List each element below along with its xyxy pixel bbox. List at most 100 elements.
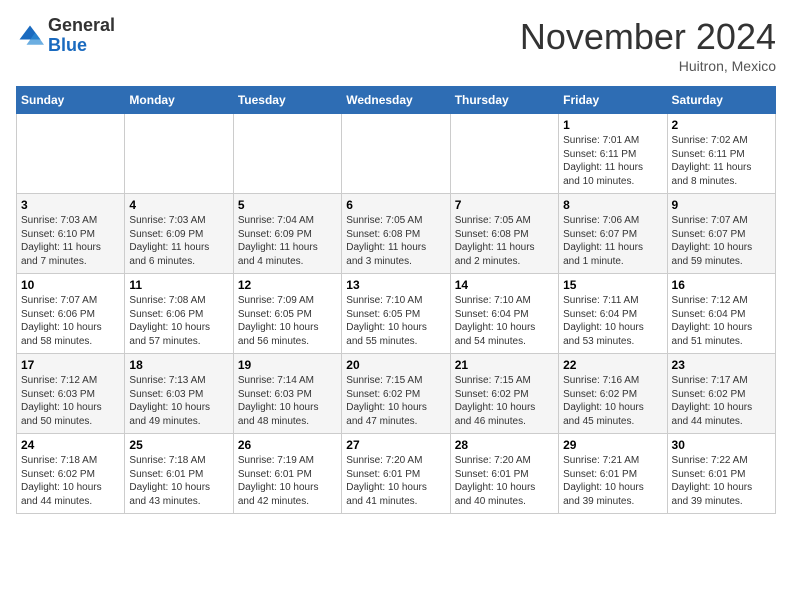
day-info: Sunrise: 7:09 AM Sunset: 6:05 PM Dayligh… xyxy=(238,294,337,348)
day-info: Sunrise: 7:20 AM Sunset: 6:01 PM Dayligh… xyxy=(455,454,554,508)
day-number: 1 xyxy=(563,118,662,132)
day-number: 10 xyxy=(21,278,120,292)
day-number: 17 xyxy=(21,358,120,372)
col-header-friday: Friday xyxy=(559,87,667,114)
calendar-cell xyxy=(125,114,233,194)
day-info: Sunrise: 7:11 AM Sunset: 6:04 PM Dayligh… xyxy=(563,294,662,348)
day-number: 18 xyxy=(129,358,228,372)
calendar-cell: 11Sunrise: 7:08 AM Sunset: 6:06 PM Dayli… xyxy=(125,274,233,354)
calendar-cell: 17 Sunrise: 7:12 AM Sunset: 6:03 PM Dayli… xyxy=(17,354,125,434)
logo-general-text: General xyxy=(48,15,115,35)
day-number: 26 xyxy=(238,438,337,452)
day-info: Sunrise: 7:10 AM Sunset: 6:04 PM Dayligh… xyxy=(455,294,554,348)
calendar-cell: 10 Sunrise: 7:07 AM Sunset: 6:06 PM Dayli… xyxy=(17,274,125,354)
day-info: Sunrise: 7:03 AM Sunset: 6:10 PM Dayligh… xyxy=(21,214,120,268)
page-header: General Blue November 2024 Huitron, Mexi… xyxy=(16,16,776,74)
calendar-week-1: 1 Sunrise: 7:01 AM Sunset: 6:11 PM Daylig… xyxy=(17,114,776,194)
col-header-saturday: Saturday xyxy=(667,87,775,114)
day-number: 8 xyxy=(563,198,662,212)
calendar-cell: 25 Sunrise: 7:18 AM Sunset: 6:01 PM Dayli… xyxy=(125,434,233,514)
col-header-tuesday: Tuesday xyxy=(233,87,341,114)
calendar-cell: 5 Sunrise: 7:04 AM Sunset: 6:09 PM Daylig… xyxy=(233,194,341,274)
day-number: 27 xyxy=(346,438,445,452)
day-number: 24 xyxy=(21,438,120,452)
day-info: Sunrise: 7:06 AM Sunset: 6:07 PM Dayligh… xyxy=(563,214,662,268)
day-info: Sunrise: 7:22 AM Sunset: 6:01 PM Dayligh… xyxy=(672,454,771,508)
day-info: Sunrise: 7:15 AM Sunset: 6:02 PM Dayligh… xyxy=(455,374,554,428)
calendar-cell: 20 Sunrise: 7:15 AM Sunset: 6:02 PM Dayli… xyxy=(342,354,450,434)
calendar-cell: 13 Sunrise: 7:10 AM Sunset: 6:05 PM Dayli… xyxy=(342,274,450,354)
day-number: 13 xyxy=(346,278,445,292)
calendar-cell: 9 Sunrise: 7:07 AM Sunset: 6:07 PM Daylig… xyxy=(667,194,775,274)
day-number: 12 xyxy=(238,278,337,292)
day-info: Sunrise: 7:17 AM Sunset: 6:02 PM Dayligh… xyxy=(672,374,771,428)
calendar-week-3: 10 Sunrise: 7:07 AM Sunset: 6:06 PM Dayli… xyxy=(17,274,776,354)
calendar-cell: 1 Sunrise: 7:01 AM Sunset: 6:11 PM Daylig… xyxy=(559,114,667,194)
calendar-week-5: 24Sunrise: 7:18 AM Sunset: 6:02 PM Dayli… xyxy=(17,434,776,514)
col-header-monday: Monday xyxy=(125,87,233,114)
calendar-cell: 22Sunrise: 7:16 AM Sunset: 6:02 PM Dayli… xyxy=(559,354,667,434)
day-number: 14 xyxy=(455,278,554,292)
calendar-cell: 2 Sunrise: 7:02 AM Sunset: 6:11 PM Daylig… xyxy=(667,114,775,194)
day-number: 11 xyxy=(129,278,228,292)
calendar-cell: 27 Sunrise: 7:20 AM Sunset: 6:01 PM Dayli… xyxy=(342,434,450,514)
day-info: Sunrise: 7:14 AM Sunset: 6:03 PM Dayligh… xyxy=(238,374,337,428)
calendar-cell: 15 Sunrise: 7:11 AM Sunset: 6:04 PM Dayli… xyxy=(559,274,667,354)
day-number: 4 xyxy=(129,198,228,212)
logo: General Blue xyxy=(16,16,115,56)
calendar-cell: 18Sunrise: 7:13 AM Sunset: 6:03 PM Dayli… xyxy=(125,354,233,434)
calendar-table: SundayMondayTuesdayWednesdayThursdayFrid… xyxy=(16,86,776,514)
logo-blue-text: Blue xyxy=(48,35,87,55)
calendar-cell: 23 Sunrise: 7:17 AM Sunset: 6:02 PM Dayli… xyxy=(667,354,775,434)
calendar-cell xyxy=(233,114,341,194)
calendar-cell: 30 Sunrise: 7:22 AM Sunset: 6:01 PM Dayli… xyxy=(667,434,775,514)
day-number: 6 xyxy=(346,198,445,212)
calendar-cell: 7 Sunrise: 7:05 AM Sunset: 6:08 PM Daylig… xyxy=(450,194,558,274)
col-header-thursday: Thursday xyxy=(450,87,558,114)
day-number: 28 xyxy=(455,438,554,452)
calendar-cell: 28 Sunrise: 7:20 AM Sunset: 6:01 PM Dayli… xyxy=(450,434,558,514)
calendar-cell: 8 Sunrise: 7:06 AM Sunset: 6:07 PM Daylig… xyxy=(559,194,667,274)
calendar-cell: 21Sunrise: 7:15 AM Sunset: 6:02 PM Dayli… xyxy=(450,354,558,434)
day-number: 2 xyxy=(672,118,771,132)
col-header-wednesday: Wednesday xyxy=(342,87,450,114)
col-header-sunday: Sunday xyxy=(17,87,125,114)
day-number: 16 xyxy=(672,278,771,292)
day-info: Sunrise: 7:01 AM Sunset: 6:11 PM Dayligh… xyxy=(563,134,662,188)
calendar-cell xyxy=(17,114,125,194)
day-number: 3 xyxy=(21,198,120,212)
calendar-cell: 14 Sunrise: 7:10 AM Sunset: 6:04 PM Dayli… xyxy=(450,274,558,354)
day-number: 15 xyxy=(563,278,662,292)
day-number: 29 xyxy=(563,438,662,452)
day-info: Sunrise: 7:10 AM Sunset: 6:05 PM Dayligh… xyxy=(346,294,445,348)
calendar-cell: 24Sunrise: 7:18 AM Sunset: 6:02 PM Dayli… xyxy=(17,434,125,514)
day-info: Sunrise: 7:05 AM Sunset: 6:08 PM Dayligh… xyxy=(455,214,554,268)
day-number: 5 xyxy=(238,198,337,212)
day-number: 25 xyxy=(129,438,228,452)
day-number: 9 xyxy=(672,198,771,212)
month-title: November 2024 xyxy=(520,16,776,58)
day-info: Sunrise: 7:18 AM Sunset: 6:01 PM Dayligh… xyxy=(129,454,228,508)
day-info: Sunrise: 7:07 AM Sunset: 6:06 PM Dayligh… xyxy=(21,294,120,348)
day-number: 7 xyxy=(455,198,554,212)
calendar-cell: 12 Sunrise: 7:09 AM Sunset: 6:05 PM Dayli… xyxy=(233,274,341,354)
location: Huitron, Mexico xyxy=(520,58,776,74)
day-info: Sunrise: 7:07 AM Sunset: 6:07 PM Dayligh… xyxy=(672,214,771,268)
calendar-cell: 16 Sunrise: 7:12 AM Sunset: 6:04 PM Dayli… xyxy=(667,274,775,354)
day-info: Sunrise: 7:12 AM Sunset: 6:03 PM Dayligh… xyxy=(21,374,120,428)
day-info: Sunrise: 7:15 AM Sunset: 6:02 PM Dayligh… xyxy=(346,374,445,428)
calendar-cell: 29Sunrise: 7:21 AM Sunset: 6:01 PM Dayli… xyxy=(559,434,667,514)
day-info: Sunrise: 7:04 AM Sunset: 6:09 PM Dayligh… xyxy=(238,214,337,268)
calendar-header-row: SundayMondayTuesdayWednesdayThursdayFrid… xyxy=(17,87,776,114)
day-info: Sunrise: 7:19 AM Sunset: 6:01 PM Dayligh… xyxy=(238,454,337,508)
calendar-cell: 19Sunrise: 7:14 AM Sunset: 6:03 PM Dayli… xyxy=(233,354,341,434)
day-number: 23 xyxy=(672,358,771,372)
calendar-cell xyxy=(342,114,450,194)
day-number: 30 xyxy=(672,438,771,452)
day-info: Sunrise: 7:02 AM Sunset: 6:11 PM Dayligh… xyxy=(672,134,771,188)
day-number: 20 xyxy=(346,358,445,372)
day-info: Sunrise: 7:12 AM Sunset: 6:04 PM Dayligh… xyxy=(672,294,771,348)
logo-icon xyxy=(16,22,44,50)
day-info: Sunrise: 7:20 AM Sunset: 6:01 PM Dayligh… xyxy=(346,454,445,508)
day-info: Sunrise: 7:16 AM Sunset: 6:02 PM Dayligh… xyxy=(563,374,662,428)
